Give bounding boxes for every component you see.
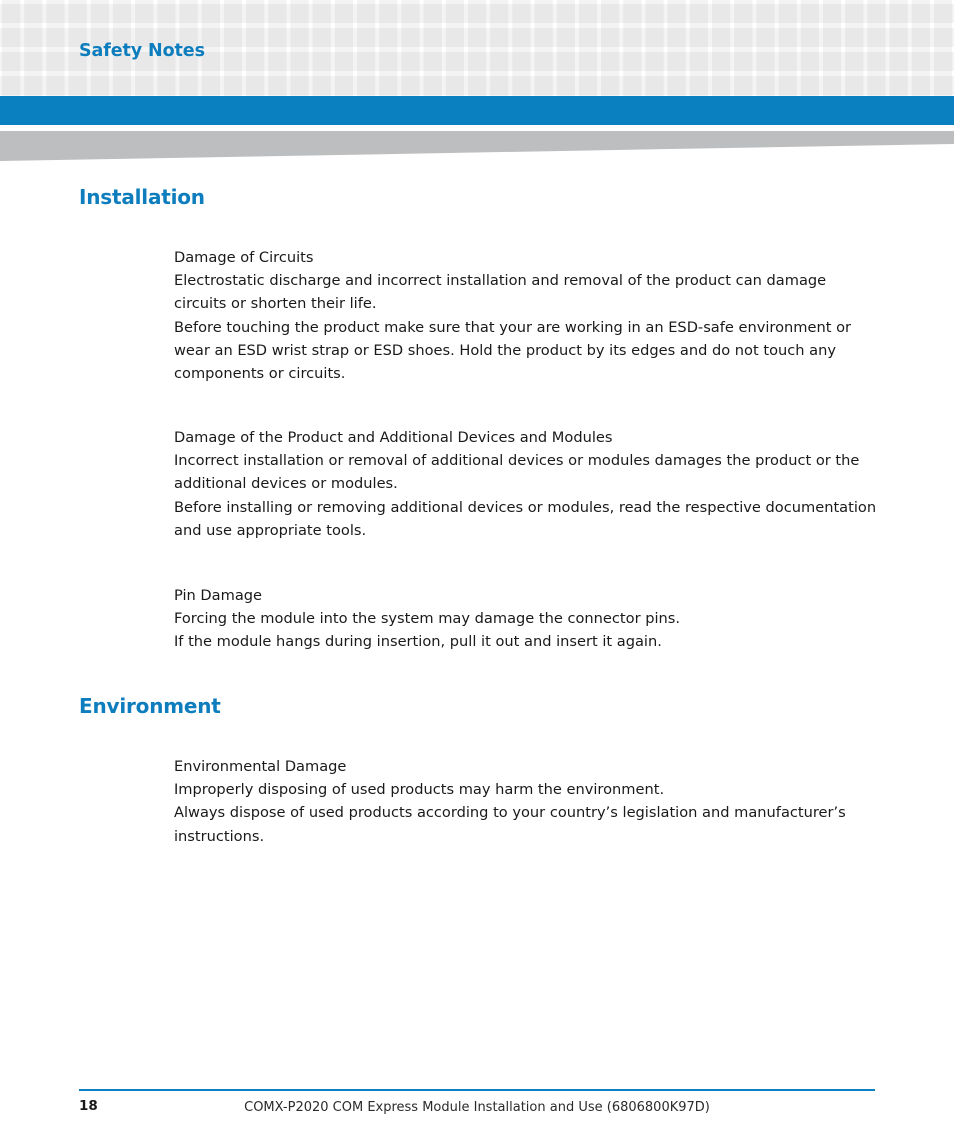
note-line: Electrostatic discharge and incorrect in… — [174, 272, 827, 313]
note-block-pin-damage: Pin Damage Forcing the module into the s… — [174, 584, 880, 654]
note-line: Before installing or removing additional… — [174, 498, 877, 539]
note-line: Improperly disposing of used products ma… — [174, 781, 665, 799]
page-header-title: Safety Notes — [79, 41, 205, 61]
note-block-environmental-damage: Environmental Damage Improperly disposin… — [174, 755, 880, 848]
note-line: Forcing the module into the system may d… — [174, 610, 681, 628]
gray-swoosh-shape — [0, 131, 954, 161]
note-line: If the module hangs during insertion, pu… — [174, 633, 662, 651]
section-heading-installation: Installation — [79, 185, 205, 209]
footer-document-title: COMX-P2020 COM Express Module Installati… — [244, 1100, 710, 1115]
note-title: Damage of Circuits — [174, 249, 314, 266]
note-block-damage-of-circuits: Damage of Circuits Electrostatic dischar… — [174, 246, 880, 385]
header-blue-rule — [0, 96, 954, 125]
note-line: Always dispose of used products accordin… — [174, 804, 846, 845]
note-block-damage-of-product-and-modules: Damage of the Product and Additional Dev… — [174, 426, 880, 542]
note-title: Pin Damage — [174, 587, 263, 604]
section-heading-environment: Environment — [79, 694, 221, 718]
page-header-band: Safety Notes — [0, 0, 954, 96]
note-title: Environmental Damage — [174, 758, 347, 775]
note-line: Before touching the product make sure th… — [174, 318, 852, 383]
note-line: Incorrect installation or removal of add… — [174, 452, 860, 493]
header-gray-swoosh — [0, 130, 954, 162]
note-title: Damage of the Product and Additional Dev… — [174, 429, 613, 446]
footer-rule — [79, 1089, 875, 1091]
